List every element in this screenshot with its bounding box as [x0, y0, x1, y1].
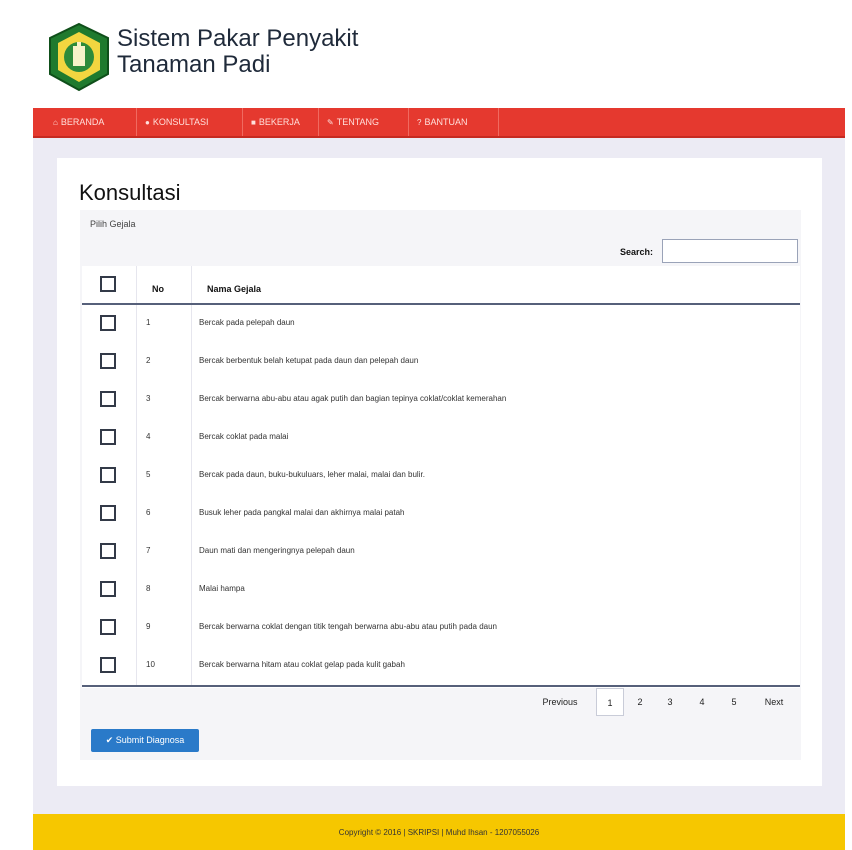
book-icon: ■ — [251, 118, 256, 127]
row-number: 7 — [146, 546, 151, 555]
row-symptom-name: Bercak berwarna hitam atau coklat gelap … — [199, 660, 405, 669]
site-title-line2: Tanaman Padi — [117, 51, 271, 78]
pagination-page[interactable]: 1 — [596, 688, 624, 716]
row-number: 9 — [146, 622, 151, 631]
row-checkbox[interactable] — [100, 429, 116, 445]
user-icon: ● — [145, 118, 150, 127]
row-checkbox[interactable] — [100, 467, 116, 483]
table-row: 1 Bercak pada pelepah daun — [82, 305, 800, 344]
row-checkbox[interactable] — [100, 619, 116, 635]
submit-diagnosis-button[interactable]: ✔ Submit Diagnosa — [91, 729, 199, 752]
row-checkbox[interactable] — [100, 543, 116, 559]
pagination-page[interactable]: 2 — [626, 688, 654, 716]
row-checkbox[interactable] — [100, 315, 116, 331]
pagination-next[interactable]: Next — [756, 688, 792, 716]
nav-item-konsultasi[interactable]: ● KONSULTASI — [137, 108, 243, 136]
pencil-icon: ✎ — [327, 118, 334, 127]
symptom-table: No Nama Gejala 1 Bercak pada pelepah dau… — [82, 266, 800, 688]
row-symptom-name: Busuk leher pada pangkal malai dan akhir… — [199, 508, 405, 517]
table-row: 2 Bercak berbentuk belah ketupat pada da… — [82, 343, 800, 382]
row-symptom-name: Bercak pada daun, buku-bukuluars, leher … — [199, 470, 425, 479]
site-title-line1: Sistem Pakar Penyakit — [117, 25, 359, 52]
nav-item-bekerja[interactable]: ■ BEKERJA — [243, 108, 319, 136]
pagination: Previous 1 2 3 4 5 Next — [80, 688, 801, 718]
row-number: 1 — [146, 318, 151, 327]
help-icon: ? — [417, 118, 422, 127]
row-checkbox[interactable] — [100, 581, 116, 597]
row-symptom-name: Daun mati dan mengeringnya pelepah daun — [199, 546, 355, 555]
nav-item-beranda[interactable]: ⌂ BERANDA — [45, 108, 137, 136]
nav-item-bantuan[interactable]: ? BANTUAN — [409, 108, 499, 136]
table-header: No Nama Gejala — [82, 266, 800, 305]
row-symptom-name: Bercak berwarna abu-abu atau agak putih … — [199, 394, 507, 403]
row-number: 4 — [146, 432, 151, 441]
check-icon: ✔ — [105, 735, 114, 745]
navbar: ⌂ BERANDA ● KONSULTASI ■ BEKERJA ✎ TENTANG ?… — [33, 108, 845, 138]
pagination-page[interactable]: 3 — [656, 688, 684, 716]
table-row: 4 Bercak coklat pada malai — [82, 419, 800, 458]
search-label: Search: — [620, 247, 654, 257]
row-number: 8 — [146, 584, 151, 593]
column-header-name: Nama Gejala — [207, 284, 262, 294]
table-row: 5 Bercak pada daun, buku-bukuluars, lehe… — [82, 457, 800, 496]
box-label: Pilih Gejala — [90, 219, 136, 229]
row-symptom-name: Malai hampa — [199, 584, 245, 593]
footer-copyright: Copyright © 2016 | SKRIPSI | Muhd Ihsan … — [338, 828, 540, 837]
row-number: 5 — [146, 470, 151, 479]
row-checkbox[interactable] — [100, 391, 116, 407]
row-checkbox[interactable] — [100, 505, 116, 521]
table-row: 7 Daun mati dan mengeringnya pelepah dau… — [82, 533, 800, 572]
row-symptom-name: Bercak berwarna coklat dengan titik teng… — [199, 622, 497, 631]
footer: Copyright © 2016 | SKRIPSI | Muhd Ihsan … — [33, 814, 845, 850]
table-row: 9 Bercak berwarna coklat dengan titik te… — [82, 609, 800, 648]
select-all-checkbox[interactable] — [100, 276, 116, 292]
pagination-page[interactable]: 4 — [688, 688, 716, 716]
table-row: 10 Bercak berwarna hitam atau coklat gel… — [82, 647, 800, 687]
logo-emblem-icon — [49, 22, 109, 92]
table-row: 6 Busuk leher pada pangkal malai dan akh… — [82, 495, 800, 534]
row-symptom-name: Bercak pada pelepah daun — [199, 318, 295, 327]
table-row: 8 Malai hampa — [82, 571, 800, 610]
header: Sistem Pakar Penyakit Tanaman Padi — [0, 0, 852, 108]
row-number: 6 — [146, 508, 151, 517]
row-symptom-name: Bercak berbentuk belah ketupat pada daun… — [199, 356, 419, 365]
row-number: 10 — [146, 660, 155, 669]
row-checkbox[interactable] — [100, 657, 116, 673]
site-title: Sistem Pakar Penyakit Tanaman Padi — [117, 26, 358, 78]
nav-item-tentang[interactable]: ✎ TENTANG — [319, 108, 409, 136]
search-input[interactable] — [662, 239, 798, 263]
page-title: Konsultasi — [79, 180, 181, 205]
table-row: 3 Bercak berwarna abu-abu atau agak puti… — [82, 381, 800, 420]
pagination-page[interactable]: 5 — [720, 688, 748, 716]
row-checkbox[interactable] — [100, 353, 116, 369]
row-number: 3 — [146, 394, 151, 403]
row-symptom-name: Bercak coklat pada malai — [199, 432, 289, 441]
column-header-no: No — [152, 284, 164, 294]
pagination-previous[interactable]: Previous — [535, 688, 585, 716]
home-icon: ⌂ — [53, 118, 58, 127]
row-number: 2 — [146, 356, 151, 365]
